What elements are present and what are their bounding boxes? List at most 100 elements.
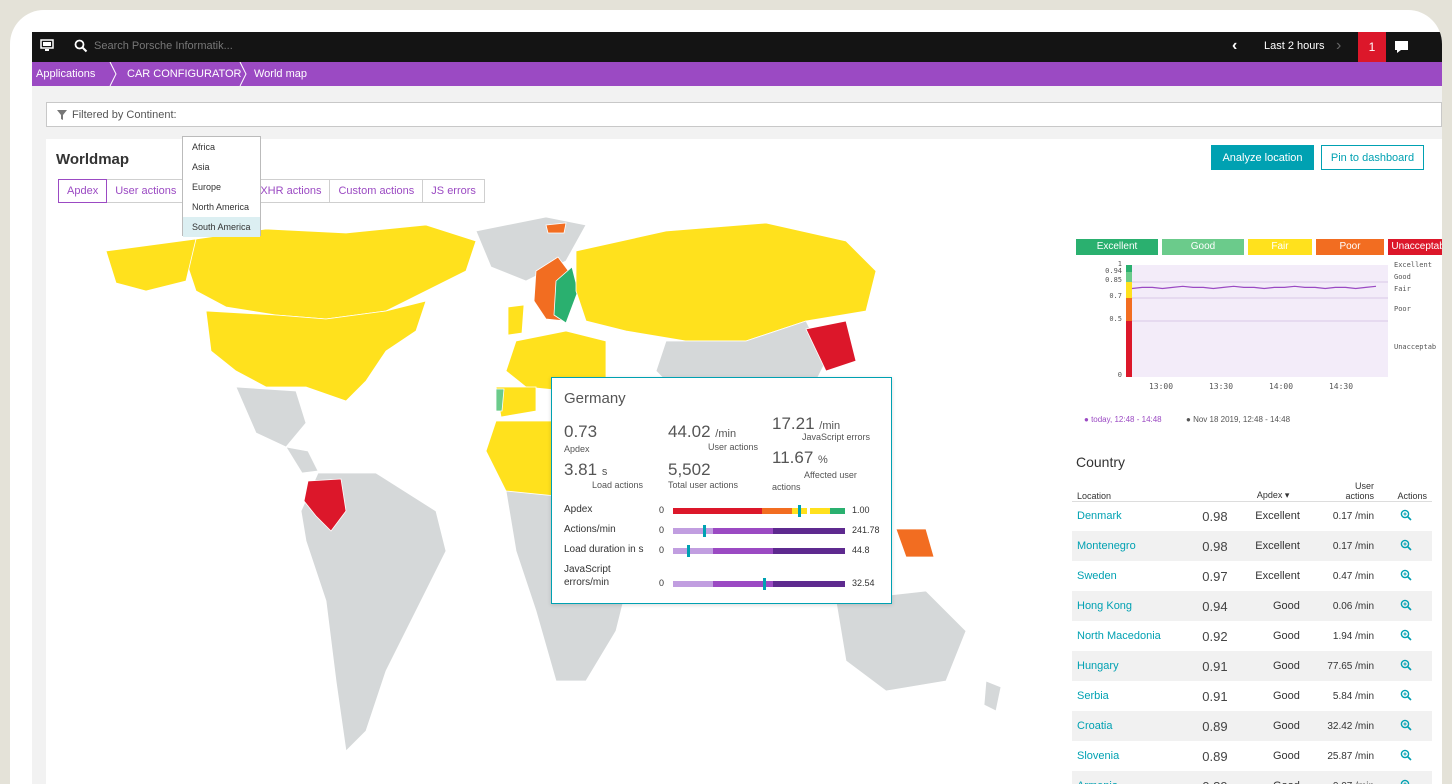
analyze-country-button[interactable]	[1379, 501, 1432, 531]
tooltip-row-min: 0	[659, 505, 665, 515]
analyze-country-button[interactable]	[1379, 591, 1432, 621]
country-link[interactable]: Serbia	[1072, 681, 1188, 711]
user-actions-value: 0.17 /min	[1304, 531, 1380, 561]
country-link[interactable]: Sweden	[1072, 561, 1188, 591]
tooltip-js-errors-label: JavaScript errors	[802, 432, 871, 442]
analyze-country-button[interactable]	[1379, 681, 1432, 711]
tooltip-apdex-value: 0.73	[564, 422, 598, 441]
user-actions-value: 1.94 /min	[1332, 630, 1375, 642]
country-link[interactable]: Montenegro	[1072, 531, 1189, 561]
column-user-actions[interactable]: User actions	[1304, 479, 1380, 502]
country-link[interactable]: Hong Kong	[1072, 591, 1189, 621]
continent-dropdown[interactable]: Africa Asia Europe North America South A…	[182, 136, 261, 237]
rating-value: Good	[1241, 771, 1305, 784]
dropdown-option-south-america[interactable]: South America	[183, 217, 260, 237]
analyze-country-button[interactable]	[1379, 711, 1432, 741]
dropdown-option-asia[interactable]: Asia	[183, 157, 260, 177]
alerts-badge[interactable]: 1	[1358, 32, 1386, 62]
map-region-new-zealand	[983, 680, 1002, 712]
user-actions-value: 0.17 /min	[1332, 510, 1375, 522]
x-tick: 13:00	[1149, 382, 1173, 391]
chevron-left-icon[interactable]: ‹	[1232, 37, 1237, 55]
apdex-value: 0.91	[1188, 651, 1242, 681]
tooltip-total-label: Total user actions	[668, 480, 739, 490]
zoom-icon[interactable]	[1400, 749, 1412, 761]
column-apdex[interactable]: Apdex ▾	[1241, 479, 1305, 502]
tab-apdex[interactable]: Apdex	[58, 179, 108, 203]
zoom-icon[interactable]	[1400, 569, 1412, 581]
chevron-right-icon[interactable]: ›	[1336, 37, 1341, 55]
legend-fair: Fair	[1248, 239, 1312, 255]
table-row: Slovenia 0.89 Good 25.87 /min	[1072, 741, 1432, 771]
legend-excellent: Excellent	[1076, 239, 1158, 255]
country-link[interactable]: Denmark	[1072, 501, 1188, 531]
rating-value: Excellent	[1255, 510, 1300, 523]
dropdown-option-europe[interactable]: Europe	[183, 177, 260, 197]
map-region-uk	[507, 304, 525, 336]
zoom-icon[interactable]	[1400, 509, 1412, 521]
tab-js-errors[interactable]: JS errors	[422, 179, 485, 203]
metric-tabs: Apdex User actions s XHR actions Custom …	[58, 179, 485, 203]
country-link[interactable]: Hungary	[1072, 651, 1189, 681]
tooltip-row-label-2: errors/min	[564, 577, 610, 588]
tooltip-row-label: Actions/min	[564, 524, 616, 535]
dropdown-option-africa[interactable]: Africa	[183, 137, 260, 157]
monitor-icon[interactable]	[40, 39, 54, 58]
zoom-icon[interactable]	[1400, 599, 1412, 611]
y-tick: 0.94	[1105, 267, 1122, 275]
band-label: Excellent	[1394, 261, 1432, 269]
y-tick: 0.85	[1105, 276, 1122, 284]
table-row: Armenia0.89Good0.07 /min	[1072, 771, 1432, 784]
y-tick: 0.7	[1109, 292, 1122, 300]
analyze-location-button[interactable]: Analyze location	[1211, 145, 1314, 170]
band-label: Good	[1394, 273, 1411, 281]
tab-user-actions[interactable]: User actions	[106, 179, 186, 203]
tab-custom-actions[interactable]: Custom actions	[329, 179, 424, 203]
user-actions-value: 0.06 /min	[1304, 591, 1380, 621]
zoom-icon[interactable]	[1400, 719, 1412, 731]
breadcrumb-applications[interactable]: Applications	[36, 68, 95, 80]
rating-value: Good	[1241, 591, 1305, 621]
zoom-icon[interactable]	[1400, 659, 1412, 671]
x-tick: 14:00	[1269, 382, 1293, 391]
table-row: Montenegro 0.98 Excellent 0.17 /min	[1072, 531, 1432, 561]
tooltip-user-actions-label: User actions	[708, 442, 759, 452]
country-link[interactable]: Croatia	[1072, 711, 1189, 741]
column-location[interactable]: Location	[1072, 479, 1189, 502]
analyze-country-button[interactable]	[1379, 771, 1432, 784]
tooltip-row-max: 32.54	[852, 578, 875, 588]
map-region-russia	[575, 222, 877, 342]
breadcrumb-car-configurator[interactable]: CAR CONFIGURATOR	[127, 68, 242, 80]
legend-good: Good	[1162, 239, 1244, 255]
chat-icon[interactable]	[1394, 40, 1410, 59]
search-icon[interactable]	[74, 39, 88, 58]
apdex-value: 0.89	[1188, 711, 1242, 741]
series-legend: ● today, 12:48 - 14:48 ● Nov 18 2019, 12…	[1076, 415, 1436, 427]
country-link[interactable]: Slovenia	[1072, 741, 1188, 771]
tooltip-row-max: 44.8	[852, 545, 870, 555]
country-link[interactable]: Armenia	[1072, 771, 1189, 784]
country-link[interactable]: North Macedonia	[1072, 621, 1188, 651]
screenshot-frame: Search Porsche Informatik... ‹ Last 2 ho…	[10, 10, 1442, 784]
analyze-country-button[interactable]	[1379, 531, 1432, 561]
search-input[interactable]: Search Porsche Informatik...	[94, 40, 233, 52]
analyze-country-button[interactable]	[1379, 741, 1432, 771]
band-excellent	[1126, 265, 1132, 272]
js-errors-marker	[763, 578, 767, 590]
timeframe-selector[interactable]: Last 2 hours	[1264, 40, 1325, 52]
zoom-icon[interactable]	[1400, 539, 1412, 551]
zoom-icon[interactable]	[1400, 629, 1412, 641]
tab-xhr-actions[interactable]: XHR actions	[251, 179, 331, 203]
analyze-country-button[interactable]	[1379, 621, 1432, 651]
dropdown-option-north-america[interactable]: North America	[183, 197, 260, 217]
rating-value: Good	[1273, 690, 1300, 702]
zoom-icon[interactable]	[1400, 779, 1412, 784]
tooltip-row-min: 0	[659, 525, 665, 535]
filter-bar[interactable]: Filtered by Continent:	[46, 102, 1442, 127]
apdex-value: 0.98	[1202, 508, 1228, 524]
zoom-icon[interactable]	[1400, 689, 1412, 701]
analyze-country-button[interactable]	[1379, 651, 1432, 681]
band-unacceptable	[1126, 321, 1132, 377]
analyze-country-button[interactable]	[1379, 561, 1432, 591]
pin-to-dashboard-button[interactable]: Pin to dashboard	[1321, 145, 1424, 170]
